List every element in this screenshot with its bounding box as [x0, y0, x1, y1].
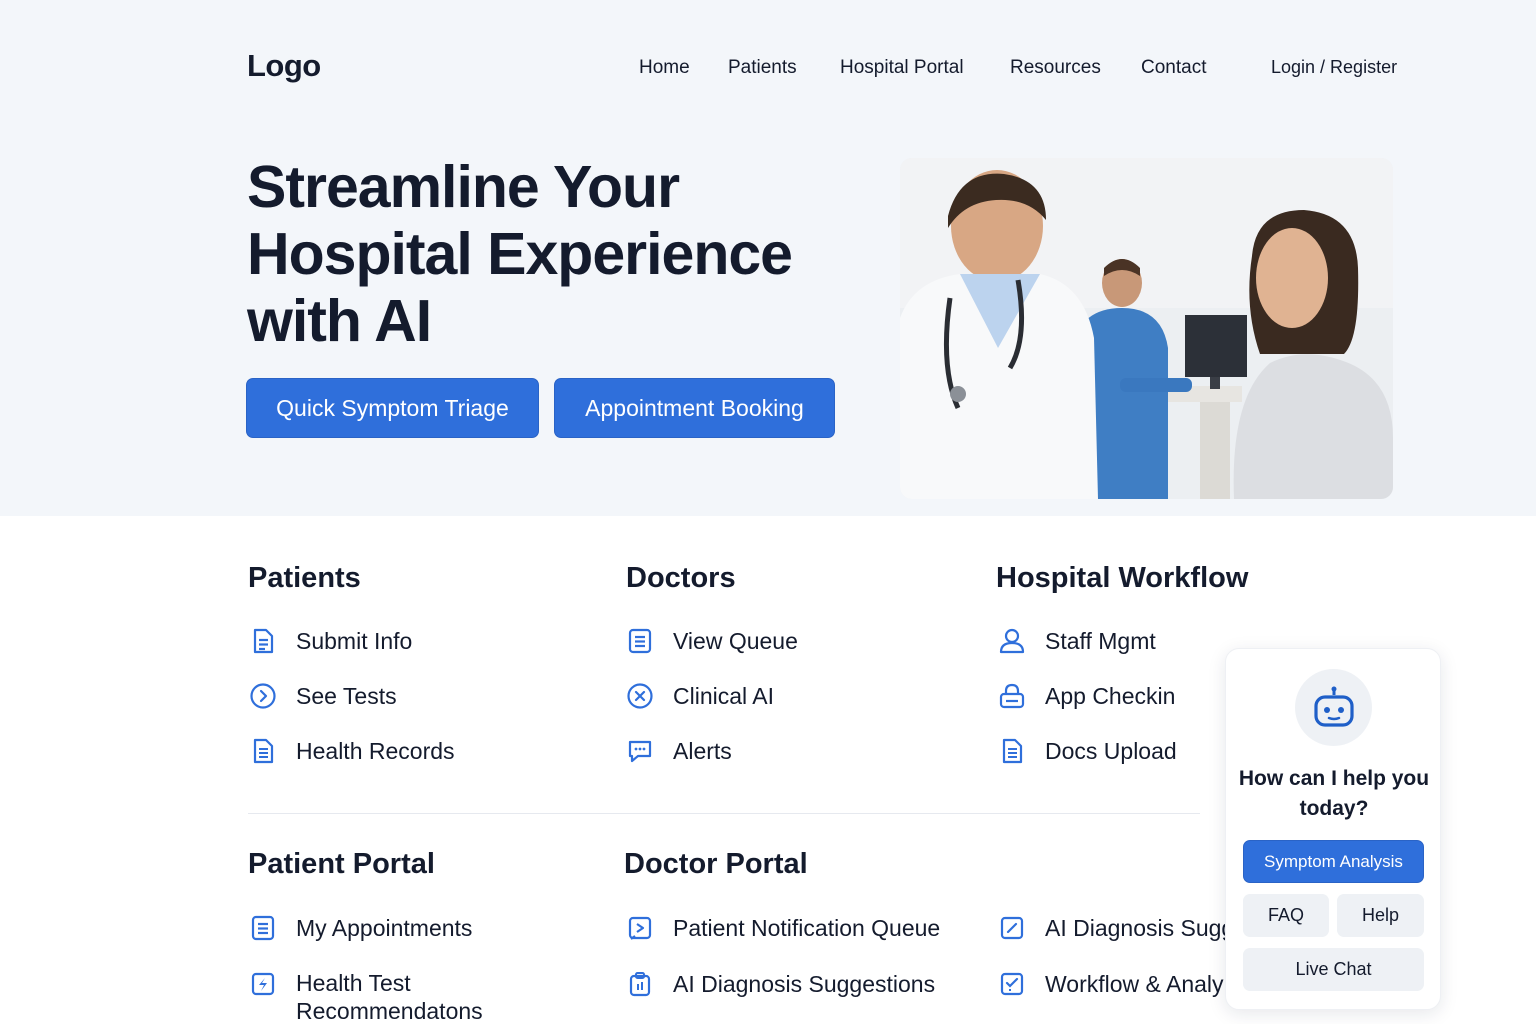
item-label: Alerts [673, 737, 732, 764]
edit-icon [997, 913, 1027, 943]
section-title-doctors: Doctors [626, 562, 736, 594]
item-label: Health Test [296, 970, 411, 996]
item-label: Health Records [296, 737, 455, 764]
symptom-analysis-button[interactable]: Symptom Analysis [1243, 840, 1424, 883]
item-label: AI Diagnosis Sugg [1045, 914, 1235, 941]
extra-item-ai-diagnosis-sugg[interactable]: AI Diagnosis Sugg [997, 911, 1234, 945]
item-label: Workflow & Analy [1045, 970, 1224, 997]
section-title-hospital-workflow: Hospital Workflow [996, 562, 1249, 594]
patients-item-see-tests[interactable]: See Tests [248, 679, 397, 713]
share-icon [625, 913, 655, 943]
workflow-item-app-checkin[interactable]: App Checkin [997, 679, 1175, 713]
doctors-item-alerts[interactable]: Alerts [625, 734, 732, 768]
close-circle-icon [625, 681, 655, 711]
nav-hospital-portal[interactable]: Hospital Portal [840, 57, 964, 79]
item-label: My Appointments [296, 914, 473, 941]
item-label: Docs Upload [1045, 737, 1177, 764]
item-label: Clinical AI [673, 682, 774, 709]
nav-patients[interactable]: Patients [728, 57, 797, 79]
workflow-item-staff-mgmt[interactable]: Staff Mgmt [997, 624, 1156, 658]
extra-item-workflow-analytics[interactable]: Workflow & Analy [997, 967, 1224, 1001]
document-icon [248, 626, 278, 656]
help-button[interactable]: Help [1337, 894, 1424, 937]
quick-symptom-triage-button[interactable]: Quick Symptom Triage [246, 378, 539, 438]
item-label-group: Health Test Recommendatons [296, 967, 483, 1023]
list-icon [625, 626, 655, 656]
chart-check-icon [997, 969, 1027, 999]
appointment-booking-button[interactable]: Appointment Booking [554, 378, 835, 438]
section-title-doctor-portal: Doctor Portal [624, 848, 808, 880]
patient-portal-item-my-appointments[interactable]: My Appointments [248, 911, 472, 945]
patients-item-submit-info[interactable]: Submit Info [248, 624, 412, 658]
doctor-portal-item-notification-queue[interactable]: Patient Notification Queue [625, 911, 940, 945]
item-label: Staff Mgmt [1045, 627, 1156, 654]
item-label: View Queue [673, 627, 798, 654]
hero-image [900, 158, 1393, 499]
item-label: AI Diagnosis Suggestions [673, 970, 936, 997]
file-lines-icon [248, 736, 278, 766]
lightning-icon [248, 969, 278, 999]
hero-title: Streamline Your Hospital Experience with… [247, 154, 793, 354]
section-title-patients: Patients [248, 562, 361, 594]
section-title-patient-portal: Patient Portal [248, 848, 435, 880]
section-divider [248, 813, 1200, 814]
faq-button[interactable]: FAQ [1243, 894, 1329, 937]
doctors-item-view-queue[interactable]: View Queue [625, 624, 798, 658]
chat-widget: How can I help you today? Symptom Analys… [1225, 648, 1441, 1010]
document-upload-icon [997, 736, 1027, 766]
live-chat-button[interactable]: Live Chat [1243, 948, 1424, 991]
workflow-item-docs-upload[interactable]: Docs Upload [997, 734, 1177, 768]
clipboard-icon [625, 969, 655, 999]
lock-icon [997, 681, 1027, 711]
nav-home[interactable]: Home [639, 57, 690, 79]
chevron-circle-icon [248, 681, 278, 711]
item-label: App Checkin [1045, 682, 1176, 709]
item-label: See Tests [296, 682, 397, 709]
doctors-item-clinical-ai[interactable]: Clinical AI [625, 679, 774, 713]
nav-resources[interactable]: Resources [1010, 57, 1101, 79]
top-navigation: Home Patients Hospital Portal Resources … [0, 57, 1536, 83]
nav-contact[interactable]: Contact [1141, 57, 1206, 79]
chat-bubble-icon [625, 736, 655, 766]
user-icon [997, 626, 1027, 656]
robot-icon [1295, 669, 1372, 746]
item-label: Submit Info [296, 627, 413, 654]
item-label: Patient Notification Queue [673, 914, 941, 941]
login-register-link[interactable]: Login / Register [1271, 57, 1397, 78]
list-icon [248, 913, 278, 943]
patient-portal-item-health-test[interactable]: Health Test Recommendatons [248, 967, 483, 1024]
patients-item-health-records[interactable]: Health Records [248, 734, 455, 768]
item-label-line-2: Recommendatons [296, 998, 483, 1024]
doctor-portal-item-ai-diagnosis[interactable]: AI Diagnosis Suggestions [625, 967, 935, 1001]
chat-prompt: How can I help you today? [1238, 767, 1430, 820]
